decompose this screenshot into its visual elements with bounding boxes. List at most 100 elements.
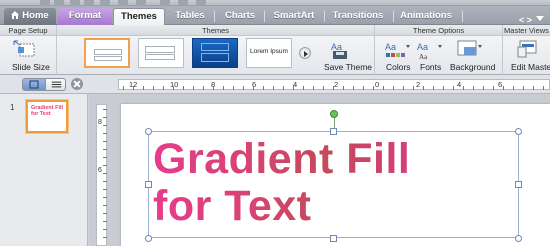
ruler-tick: [503, 86, 504, 90]
outline-view-button[interactable]: [45, 79, 67, 90]
colors-button[interactable]: Colors: [386, 62, 411, 72]
quick-access-button[interactable]: [40, 0, 50, 5]
quick-access-button[interactable]: [100, 0, 110, 5]
ruler-tick: [453, 86, 454, 90]
tab-smartart[interactable]: SmartArt: [268, 8, 325, 25]
resize-handle-bottom-left[interactable]: [145, 235, 152, 242]
resize-handle-left[interactable]: [145, 181, 152, 188]
ruler-tick: [103, 117, 107, 118]
resize-handle-top[interactable]: [330, 128, 337, 135]
ruler-tick: [123, 86, 124, 90]
tab-charts-label: Charts: [224, 10, 256, 21]
quick-access-button[interactable]: [196, 0, 206, 5]
vertical-ruler[interactable]: 86: [96, 104, 107, 246]
background-icon[interactable]: [456, 39, 482, 61]
resize-handle-top-right[interactable]: [515, 128, 522, 135]
background-button[interactable]: Background: [450, 62, 495, 72]
ruler-tick: [103, 165, 107, 166]
save-theme-button[interactable]: Save Theme: [324, 62, 372, 72]
slide-size-icon[interactable]: [12, 39, 40, 61]
collapse-ribbon-icon[interactable]: [534, 12, 546, 24]
ruler-tick: [313, 86, 314, 90]
slide-size-button[interactable]: Slide Size: [12, 62, 50, 72]
slide-thumbnail-1[interactable]: Gradient Fill for Text: [26, 100, 68, 133]
ruler-tick: [523, 86, 524, 90]
resize-handle-bottom-right[interactable]: [515, 235, 522, 242]
ruler-tick: [533, 86, 534, 90]
tab-transitions-label: Transitions: [332, 10, 384, 21]
ruler-number: 2: [334, 80, 339, 89]
slides-view-icon: [29, 80, 39, 89]
ruler-tick: [103, 229, 107, 230]
ruler-tick: [393, 86, 394, 90]
ruler-tick: [103, 189, 107, 190]
slide-thumbnail-text: Gradient Fill for Text: [31, 105, 64, 117]
tab-themes[interactable]: Themes: [113, 8, 165, 26]
ruler-number: 0: [375, 80, 380, 89]
resize-handle-top-left[interactable]: [145, 128, 152, 135]
ruler-number: 2: [416, 80, 421, 89]
group-themes-header: Themes: [57, 25, 374, 36]
save-theme-icon[interactable]: Aa: [330, 39, 352, 61]
colors-icon[interactable]: Aa: [384, 39, 410, 61]
theme-thumb-plain[interactable]: [138, 38, 184, 68]
quick-access-button[interactable]: [70, 0, 80, 5]
ruler-tick: [323, 86, 324, 90]
quick-access-button[interactable]: [160, 0, 170, 5]
resize-handle-right[interactable]: [515, 181, 522, 188]
ruler-tick: [203, 86, 204, 90]
ruler-tick: [103, 125, 107, 126]
fonts-button[interactable]: Fonts: [420, 62, 441, 72]
quick-access-button[interactable]: [118, 0, 128, 5]
theme-thumb-lorem[interactable]: Lorem Ipsum: [246, 38, 292, 68]
tab-format-label: Format: [68, 10, 102, 21]
tab-scroll-arrows[interactable]: < >: [519, 15, 532, 25]
edit-master-icon[interactable]: [516, 39, 540, 61]
resize-handle-bottom[interactable]: [330, 235, 337, 242]
ruler-tick: [403, 86, 404, 90]
ruler-tick: [373, 86, 374, 90]
ruler-tick: [103, 237, 107, 238]
theme-placeholder: [201, 43, 229, 51]
group-master-views-header: Master Views: [503, 25, 550, 36]
normal-view-button[interactable]: [23, 79, 45, 90]
ruler-tick: [103, 109, 107, 110]
tab-home[interactable]: Home: [4, 8, 56, 25]
tab-animations[interactable]: Animations: [394, 8, 463, 25]
ruler-tick: [513, 86, 514, 90]
themes-next-button[interactable]: [299, 47, 311, 59]
ruler-tick: [103, 133, 107, 134]
close-pane-icon[interactable]: [71, 78, 83, 90]
ribbon-tab-bar: Home Format Themes Tables Charts SmartAr…: [0, 6, 550, 26]
ruler-tick: [103, 213, 107, 214]
quick-access-button[interactable]: [54, 0, 64, 5]
quick-access-button[interactable]: [84, 0, 94, 5]
ruler-tick: [423, 86, 424, 90]
edit-master-button[interactable]: Edit Master: [511, 62, 550, 72]
rotation-handle[interactable]: [330, 110, 338, 118]
slide-title-text[interactable]: Gradient Fill for Text: [153, 136, 410, 230]
ruler-tick: [173, 86, 174, 90]
svg-text:Aa: Aa: [417, 42, 428, 52]
theme-thumb-blue[interactable]: [192, 38, 238, 68]
tab-themes-label: Themes: [121, 11, 157, 22]
ruler-tick: [103, 181, 107, 182]
quick-access-button[interactable]: [178, 0, 188, 5]
quick-access-button[interactable]: [136, 0, 146, 5]
fonts-icon[interactable]: Aa Aa: [416, 39, 442, 61]
theme-thumb-office[interactable]: [84, 38, 130, 68]
ruler-tick: [463, 86, 464, 90]
ruler-tick: [433, 86, 434, 90]
ruler-tick: [543, 86, 544, 90]
ruler-tick: [493, 86, 494, 90]
ruler-tick: [353, 86, 354, 90]
tab-transitions[interactable]: Transitions: [327, 8, 394, 25]
tab-charts[interactable]: Charts: [220, 8, 265, 25]
ruler-tick: [383, 86, 384, 90]
view-switcher: [22, 78, 66, 91]
tab-tables[interactable]: Tables: [170, 8, 215, 25]
ruler-number: 6: [98, 167, 102, 174]
tab-format[interactable]: Format: [58, 8, 112, 25]
horizontal-ruler[interactable]: 12 10 8 6 4 2 0 2 4 6: [118, 79, 550, 90]
ruler-tick: [483, 86, 484, 90]
